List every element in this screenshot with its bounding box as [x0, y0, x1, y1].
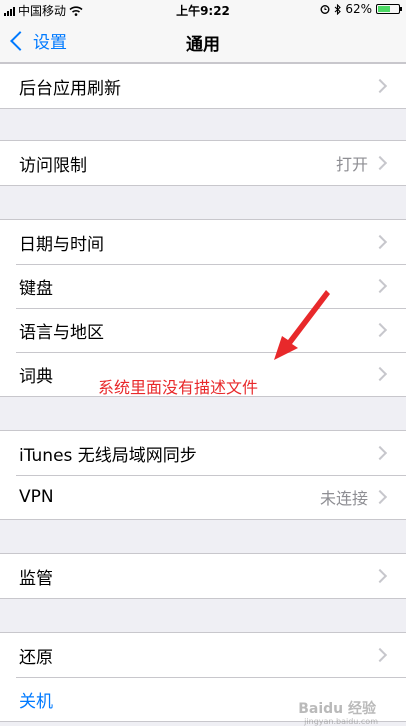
row-label: 键盘: [19, 278, 53, 299]
row-itunes-wifi-sync[interactable]: iTunes 无线局域网同步: [0, 431, 406, 475]
settings-group-restrictions: 访问限制 打开: [0, 140, 406, 186]
chevron-right-icon: [372, 489, 388, 505]
page-title: 通用: [186, 35, 220, 55]
row-label: 监管: [19, 568, 53, 589]
battery-icon: [376, 4, 402, 14]
row-background-app-refresh[interactable]: 后台应用刷新: [0, 64, 406, 108]
row-label: 日期与时间: [19, 234, 104, 255]
chevron-right-icon: [372, 322, 388, 338]
row-label: iTunes 无线局域网同步: [19, 445, 197, 466]
alarm-icon: [320, 5, 330, 14]
chevron-right-icon: [372, 366, 388, 382]
row-label: 后台应用刷新: [19, 78, 121, 99]
row-vpn[interactable]: VPN 未连接: [0, 475, 406, 519]
chevron-right-icon: [372, 445, 388, 461]
chevron-right-icon: [372, 568, 388, 584]
chevron-right-icon: [372, 78, 388, 94]
battery-percent: 62%: [345, 2, 372, 16]
row-label: 访问限制: [19, 155, 87, 176]
row-label: VPN: [19, 487, 54, 507]
annotation-text: 系统里面没有描述文件: [98, 378, 259, 397]
row-restrictions[interactable]: 访问限制 打开: [0, 141, 406, 185]
row-value: 未连接: [319, 489, 368, 508]
watermark-url: jingyan.baidu.com: [304, 717, 378, 726]
settings-group-network: iTunes 无线局域网同步 VPN 未连接: [0, 430, 406, 520]
row-label: 词典: [19, 366, 53, 387]
settings-group-background-refresh: 后台应用刷新: [0, 63, 406, 109]
status-bar: 中国移动 上午9:22 62%: [0, 0, 406, 20]
settings-group-locale: 日期与时间 键盘 语言与地区 词典: [0, 219, 406, 397]
row-label: 语言与地区: [19, 322, 104, 343]
chevron-right-icon: [372, 278, 388, 294]
navigation-bar: 设置 通用: [0, 20, 406, 63]
row-keyboard[interactable]: 键盘: [0, 264, 406, 308]
chevron-right-icon: [372, 155, 388, 171]
row-supervision[interactable]: 监管: [0, 554, 406, 598]
row-date-time[interactable]: 日期与时间: [0, 220, 406, 264]
watermark-logo: Baidu 经验: [298, 701, 376, 717]
annotation-arrow: [274, 290, 330, 360]
row-language-region[interactable]: 语言与地区: [0, 308, 406, 352]
shutdown-label: 关机: [19, 691, 53, 712]
row-reset[interactable]: 还原: [0, 633, 406, 677]
row-value: 打开: [335, 155, 368, 174]
chevron-right-icon: [372, 647, 388, 663]
chevron-right-icon: [372, 234, 388, 250]
status-right: 62%: [320, 2, 402, 16]
row-label: 还原: [19, 647, 53, 668]
settings-group-supervision: 监管: [0, 553, 406, 599]
battery-fill: [378, 6, 391, 12]
bluetooth-icon: [334, 3, 342, 15]
